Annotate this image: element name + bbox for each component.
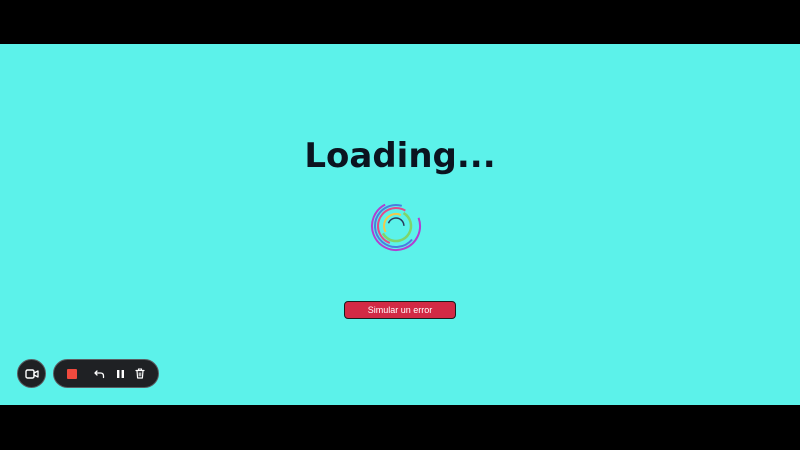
loading-spinner-icon	[371, 201, 421, 251]
undo-button[interactable]	[90, 360, 108, 387]
video-camera-icon	[24, 368, 39, 379]
stop-button[interactable]	[62, 360, 82, 387]
letterbox-top	[0, 0, 800, 44]
simulate-error-button[interactable]: Simular un error	[344, 301, 456, 319]
trash-icon	[135, 368, 145, 379]
recording-toolbar	[53, 359, 159, 388]
undo-icon	[93, 369, 104, 378]
camera-button[interactable]	[17, 359, 46, 388]
page-viewport: Loading... Simular un error	[0, 44, 800, 405]
pause-icon	[116, 369, 124, 378]
page-title: Loading...	[304, 136, 496, 176]
letterbox-bottom	[0, 405, 800, 450]
stop-icon	[67, 368, 77, 379]
delete-button[interactable]	[131, 360, 149, 387]
pause-button[interactable]	[111, 360, 129, 387]
